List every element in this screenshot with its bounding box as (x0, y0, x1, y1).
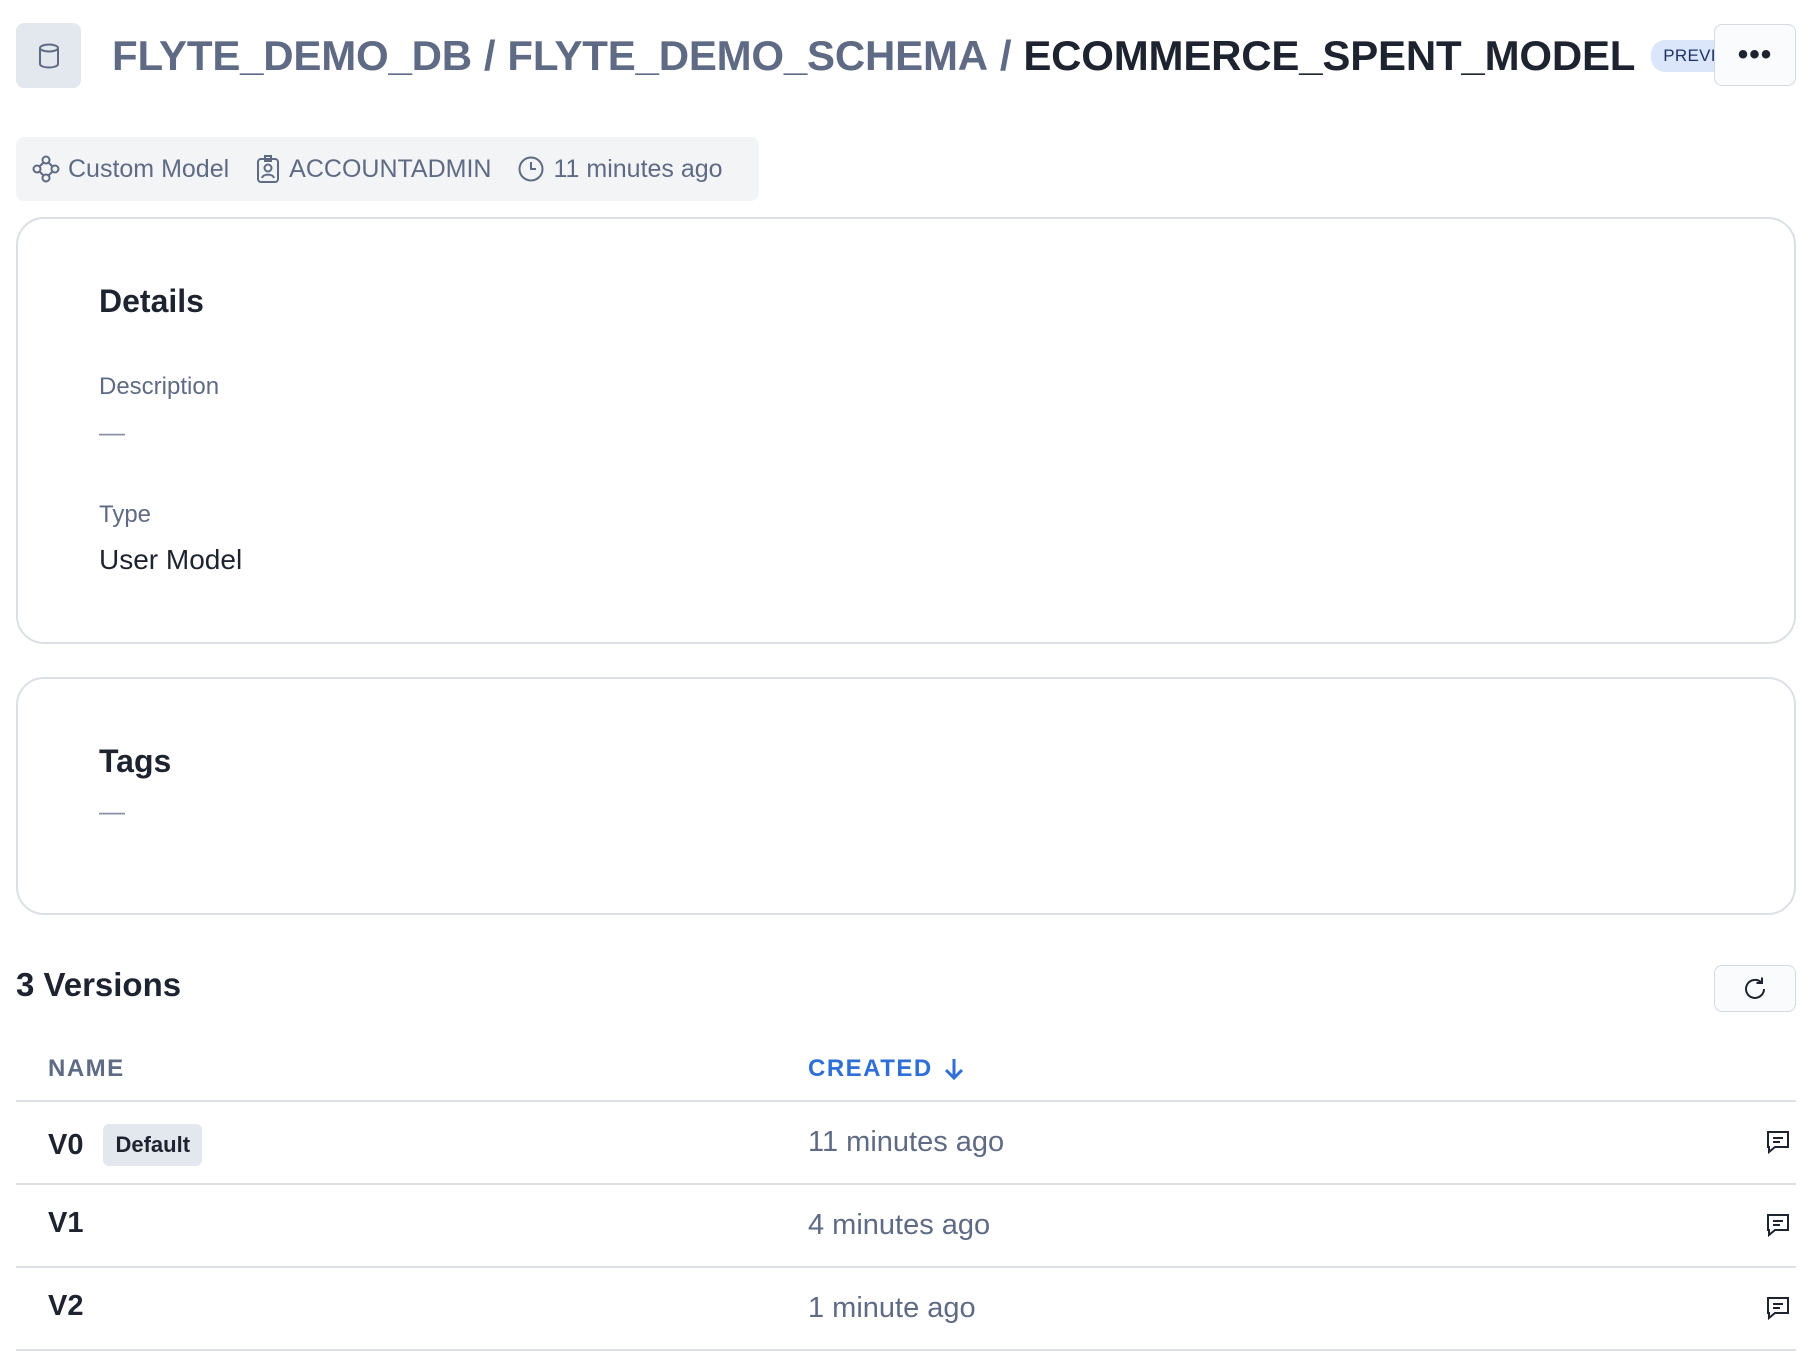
column-header-name[interactable]: NAME (48, 1055, 125, 1083)
refresh-icon (1745, 977, 1765, 999)
column-header-created[interactable]: CREATED (808, 1055, 965, 1083)
model-graph-icon (32, 155, 60, 183)
tags-title: Tags (99, 743, 172, 779)
default-badge: Default (103, 1124, 203, 1166)
version-created: 11 minutes ago (808, 1126, 1005, 1158)
type-label: Type (99, 501, 152, 528)
versions-table: NAME CREATED V0 Default 11 minutes ago V… (16, 1040, 1796, 1351)
version-name: V0 (48, 1128, 84, 1161)
version-name-cell: V2 (48, 1290, 83, 1323)
model-meta-strip: Custom Model ACCOUNTADMIN 11 minutes ago (16, 137, 759, 201)
comment-icon[interactable] (1764, 1294, 1792, 1322)
versions-title: 3 Versions (16, 966, 182, 1003)
meta-model-type-label: Custom Model (68, 154, 230, 183)
tags-card: Tags — (16, 677, 1796, 915)
breadcrumb-separator: / (483, 32, 496, 79)
breadcrumb-separator: / (999, 32, 1012, 79)
table-row[interactable]: V1 4 minutes ago (16, 1185, 1796, 1268)
table-row[interactable]: V2 1 minute ago (16, 1268, 1796, 1351)
version-name: V1 (48, 1207, 84, 1239)
owner-badge-icon (257, 155, 280, 183)
table-row[interactable]: V0 Default 11 minutes ago (16, 1102, 1796, 1185)
comment-icon[interactable] (1764, 1128, 1792, 1156)
column-header-created-label: CREATED (808, 1055, 933, 1082)
database-icon (16, 23, 81, 88)
comment-icon[interactable] (1764, 1211, 1792, 1239)
version-name-cell: V1 (48, 1207, 83, 1240)
tags-value: — (99, 796, 125, 826)
clock-icon (518, 156, 544, 182)
version-name-cell: V0 Default (48, 1124, 203, 1166)
meta-owner-label: ACCOUNTADMIN (289, 154, 492, 183)
version-created: 1 minute ago (808, 1292, 976, 1324)
description-label: Description (99, 373, 220, 400)
meta-updated: 11 minutes ago (517, 154, 723, 184)
version-created: 4 minutes ago (808, 1209, 991, 1241)
page-title: ECOMMERCE_SPENT_MODEL (1023, 32, 1636, 79)
details-card: Details Description — Type User Model (16, 217, 1796, 644)
breadcrumb-database[interactable]: FLYTE_DEMO_DB (112, 32, 472, 80)
model-details-page: FLYTE_DEMO_DB / FLYTE_DEMO_SCHEMA / ECOM… (0, 0, 1814, 1360)
meta-model-type: Custom Model (32, 155, 229, 184)
breadcrumb-schema[interactable]: FLYTE_DEMO_SCHEMA (507, 32, 988, 80)
meta-owner: ACCOUNTADMIN (255, 154, 491, 184)
type-value: User Model (99, 544, 243, 575)
version-name: V2 (48, 1290, 84, 1322)
more-options-icon: ••• (1737, 38, 1773, 71)
breadcrumb: FLYTE_DEMO_DB / FLYTE_DEMO_SCHEMA / ECOM… (112, 30, 1756, 82)
more-options-button[interactable]: ••• (1714, 24, 1796, 86)
details-title: Details (99, 283, 204, 319)
meta-updated-label: 11 minutes ago (553, 154, 723, 183)
description-value: — (99, 417, 125, 447)
table-header: NAME CREATED (16, 1040, 1796, 1102)
arrow-down-icon (944, 1059, 963, 1081)
refresh-button[interactable] (1714, 965, 1796, 1012)
